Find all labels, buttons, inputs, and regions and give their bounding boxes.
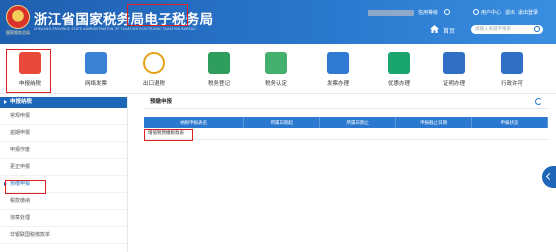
printer-icon — [85, 52, 107, 74]
column-header: 所属日期止 — [319, 117, 397, 128]
nav-label: 税务认定 — [264, 81, 287, 87]
nav-online-invoice[interactable]: 网络发票 — [70, 48, 122, 92]
sidebar-header: 申报纳税 — [0, 97, 127, 108]
nav-tax-confirm[interactable]: 税务认定 — [250, 48, 302, 92]
sidebar-item-void[interactable]: 申报作废 — [0, 142, 127, 159]
column-header: 纳税申报表名 — [144, 117, 245, 128]
nav-label: 证明办理 — [442, 81, 465, 87]
nav-license[interactable]: 行政许可 — [486, 48, 538, 92]
invoice-icon — [327, 52, 349, 74]
nav-label: 税务登记 — [207, 81, 230, 87]
sidebar-item-correct[interactable]: 更正申报 — [0, 159, 127, 176]
nav-label: 优惠办理 — [387, 81, 410, 87]
user-name-blur — [368, 10, 414, 16]
tax-confirm-icon — [265, 52, 287, 74]
search-icon[interactable] — [534, 26, 540, 32]
sidebar-highlight-box — [5, 180, 46, 194]
declare-table: 纳税申报表名 所属日期起 所属日期止 申报截止日期 申报状态 增值税预缴税款表 — [144, 117, 548, 140]
emblem-text: 国家税务总局 — [6, 30, 30, 35]
column-header: 申报截止日期 — [395, 117, 473, 128]
search-placeholder: 请输入关键字搜索 — [475, 27, 511, 32]
home-icon[interactable] — [430, 25, 439, 33]
nav-certificate[interactable]: 证明办理 — [428, 48, 480, 92]
sidebar-item-overdue[interactable]: 逾期申报 — [0, 125, 127, 142]
tax-emblem-logo — [6, 5, 30, 29]
table-row[interactable]: 增值税预缴税款表 — [144, 128, 548, 140]
divider — [144, 108, 548, 109]
panel-title: 预缴申报 — [150, 99, 173, 105]
table-cell — [471, 128, 548, 140]
nav-label: 行政许可 — [500, 81, 523, 87]
row-highlight-box — [144, 129, 193, 141]
nav-label: 出口退税 — [142, 81, 165, 87]
logout-link[interactable]: 退出登录 — [518, 9, 538, 16]
nav-label: 网络发票 — [84, 81, 107, 87]
discount-icon — [388, 52, 410, 74]
table-cell — [319, 128, 396, 140]
nav-label: 发票办理 — [326, 81, 349, 87]
sidebar-item-regular[interactable]: 常规申报 — [0, 108, 127, 125]
main-panel: 预缴申报 纳税申报表名 所属日期起 所属日期止 申报截止日期 申报状态 增值税预… — [144, 97, 548, 252]
column-header: 申报状态 — [471, 117, 548, 128]
sidebar: 申报纳税 常规申报 逾期申报 申报作废 更正申报 预缴申报 税款缴纳 违章处理 … — [0, 97, 128, 252]
search-input[interactable]: 请输入关键字搜索 — [471, 25, 543, 34]
sidebar-item-non-unionpay[interactable]: 非银联国税缴款单 — [0, 227, 127, 244]
site-subtitle: ZHEJIANG PROVINCE STATE ADMINISTRATION O… — [34, 27, 196, 31]
table-cell — [243, 128, 320, 140]
column-header: 所属日期起 — [243, 117, 321, 128]
nav-invoice[interactable]: 发票办理 — [312, 48, 364, 92]
certificate-icon — [443, 52, 465, 74]
export-rebate-icon — [143, 52, 165, 74]
nav-export-rebate[interactable]: 出口退税 — [128, 48, 180, 92]
refresh-icon[interactable] — [535, 98, 542, 105]
sidebar-item-payment[interactable]: 税款缴纳 — [0, 193, 127, 210]
user-center-link[interactable]: 用户中心 — [481, 9, 501, 16]
sidebar-item-violation[interactable]: 违章处理 — [0, 210, 127, 227]
site-header: 国家税务总局 浙江省国家税务局电子税务局 ZHEJIANG PROVINCE S… — [0, 0, 556, 44]
home-link[interactable]: 首页 — [443, 26, 455, 35]
nav-highlight-box — [6, 49, 51, 93]
info-icon — [444, 9, 450, 15]
credit-level-link[interactable]: 信用等级 — [418, 9, 438, 16]
table-header-row: 纳税申报表名 所属日期起 所属日期止 申报截止日期 申报状态 — [144, 117, 548, 128]
table-cell — [395, 128, 472, 140]
nav-tax-registration[interactable]: 税务登记 — [193, 48, 245, 92]
main-nav: 申报纳税 网络发票 出口退税 税务登记 税务认定 发票办理 优惠办理 证明办理 … — [0, 44, 556, 94]
user-icon — [473, 9, 479, 15]
nav-discount[interactable]: 优惠办理 — [373, 48, 425, 92]
exit-link[interactable]: 退出 — [505, 9, 515, 16]
pen-form-icon — [208, 52, 230, 74]
license-icon — [501, 52, 523, 74]
title-highlight-box — [127, 4, 188, 26]
